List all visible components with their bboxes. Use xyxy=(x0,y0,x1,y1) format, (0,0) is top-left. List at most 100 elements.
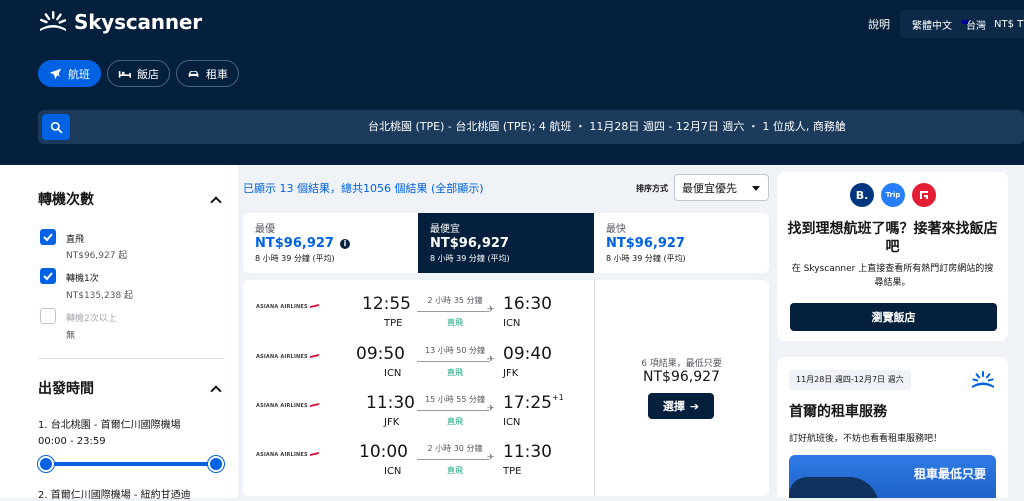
nav-flights-button[interactable]: 航班 xyxy=(38,60,101,87)
car-rental-card[interactable]: 11月28日 週四-12月7日 週六 首爾的租車服務 訂好航班後，不妨也看看租車… xyxy=(777,357,1008,498)
departure-airport: ICN xyxy=(384,368,402,379)
arrival-airport: ICN xyxy=(503,417,521,428)
skyscanner-logo[interactable]: Skyscanner xyxy=(38,10,202,34)
slider-start-handle[interactable] xyxy=(38,456,54,472)
tab-fastest-duration: 8 小時 39 分鐘 (平均) xyxy=(606,254,686,263)
results-count-link[interactable]: 已顯示 13 個結果，總共1056 個結果 (全部顯示) xyxy=(243,180,484,196)
arrival-time: 17:25+1 xyxy=(503,393,564,413)
filter-divider xyxy=(38,358,224,359)
tab-best[interactable]: 最優 NT$96,927 i 8 小時 39 分鐘 (平均) xyxy=(243,213,418,273)
asiana-wing-icon xyxy=(308,402,320,410)
arrival-time: 11:30 xyxy=(503,442,552,462)
hotel-promo-card: B. Trip 找到理想航班了嗎？接著來找飯店吧 在 Skyscanner 上直… xyxy=(777,172,1008,341)
checkmark-icon xyxy=(43,233,53,242)
checkmark-icon xyxy=(43,272,53,281)
car-promo-image: 租車最低只要 xyxy=(789,455,996,498)
slider-end-handle[interactable] xyxy=(208,456,224,472)
departure-filter-title: 出發時間 xyxy=(38,381,94,397)
plane-icon: ✈ xyxy=(487,305,495,315)
sunrise-logo-icon xyxy=(40,11,67,31)
plane-icon xyxy=(49,68,62,80)
plane-icon: ✈ xyxy=(487,453,495,463)
flight-leg: ASIANA AIRLINES 09:50 ICN 13 小時 50 分鐘 ✈ … xyxy=(243,340,594,388)
language-label: 繁體中文 xyxy=(912,20,952,32)
product-nav: 航班 飯店 租車 xyxy=(38,60,239,87)
plane-icon: ✈ xyxy=(487,404,495,414)
tab-fastest-price: NT$96,927 xyxy=(606,236,685,251)
stops-two-plus-label: 轉機2次以上 xyxy=(66,314,117,324)
stops-one-checkbox[interactable] xyxy=(40,268,56,284)
help-link[interactable]: 說明 xyxy=(868,16,890,32)
nav-flights-label: 航班 xyxy=(68,67,90,81)
locale-selector[interactable]: 繁體中文 台灣 NT$ TWD xyxy=(900,10,1024,38)
card-divider xyxy=(594,280,595,496)
sort-dropdown[interactable]: 最便宜優先 xyxy=(674,174,769,201)
select-button[interactable]: 選擇 ➔ xyxy=(648,393,714,419)
trip-logo-icon: Trip xyxy=(881,183,905,207)
departure-time-slider[interactable] xyxy=(46,462,216,466)
hotel-promo-title: 找到理想航班了嗎？接著來找飯店吧 xyxy=(787,221,998,255)
flight-duration: 15 小時 55 分鐘 xyxy=(425,395,485,404)
flight-leg: ASIANA AIRLINES 10:00 ICN 2 小時 30 分鐘 ✈ 直… xyxy=(243,438,594,486)
route-1-label: 1. 台北桃園 - 首爾仁川國際機場 xyxy=(38,420,181,431)
search-button[interactable] xyxy=(42,114,70,140)
collapse-chevron-icon[interactable] xyxy=(210,196,222,208)
hotels-logo-icon xyxy=(912,183,936,207)
search-icon xyxy=(50,121,62,133)
partner-logos: B. Trip xyxy=(850,183,936,207)
search-summary-text: 台北桃園 (TPE) - 台北桃園 (TPE); 4 航班 ・ 11月28日 週… xyxy=(368,120,846,133)
collapse-chevron-icon[interactable] xyxy=(210,385,222,397)
tab-cheapest[interactable]: 最便宜 NT$96,927 8 小時 39 分鐘 (平均) xyxy=(418,213,594,273)
arrival-time: 09:40 xyxy=(503,344,552,364)
flight-leg: ASIANA AIRLINES 12:55 TPE 2 小時 35 分鐘 ✈ 直… xyxy=(243,290,594,338)
brand-name: Skyscanner xyxy=(74,10,202,34)
car-rental-text: 訂好航班後，不妨也看看租車服務吧！ xyxy=(789,434,943,444)
search-summary-bar[interactable]: 台北桃園 (TPE) - 台北桃園 (TPE); 4 航班 ・ 11月28日 週… xyxy=(38,110,1024,144)
itinerary-card[interactable]: ASIANA AIRLINES 12:55 TPE 2 小時 35 分鐘 ✈ 直… xyxy=(243,280,769,496)
stops-label: 直飛 xyxy=(447,466,463,475)
route-2-label: 2. 首爾仁川國際機場 - 紐約甘迺迪 xyxy=(38,490,191,501)
booking-logo-icon: B. xyxy=(850,183,874,207)
hotel-promo-text: 在 Skyscanner 上直接查看所有熱門訂房網站的搜尋結果。 xyxy=(791,264,994,288)
airline-logo: ASIANA AIRLINES xyxy=(256,451,320,459)
airline-logo: ASIANA AIRLINES xyxy=(256,353,320,361)
bed-icon xyxy=(118,71,131,78)
departure-airport: TPE xyxy=(384,318,403,329)
region-label: 台灣 xyxy=(966,20,986,32)
browse-hotels-button[interactable]: 瀏覽飯店 xyxy=(790,303,997,331)
nav-hotels-button[interactable]: 飯店 xyxy=(107,60,170,87)
stops-direct-checkbox[interactable] xyxy=(40,229,56,245)
stops-one-label: 轉機1次 xyxy=(66,274,99,284)
sort-value: 最便宜優先 xyxy=(682,181,737,195)
tab-cheapest-duration: 8 小時 39 分鐘 (平均) xyxy=(430,254,510,263)
departure-time: 10:00 xyxy=(359,442,408,462)
tab-fastest[interactable]: 最快 NT$96,927 8 小時 39 分鐘 (平均) xyxy=(594,213,769,273)
stops-direct-price: NT$96,927 起 xyxy=(66,251,128,261)
tab-cheapest-price: NT$96,927 xyxy=(430,236,509,251)
currency-label: NT$ TWD xyxy=(994,18,1024,30)
stops-direct-label: 直飛 xyxy=(66,235,85,245)
flight-path-line xyxy=(417,459,489,460)
tab-best-title: 最優 xyxy=(255,224,275,235)
stops-two-plus-price: 無 xyxy=(66,331,76,341)
sort-tabs: 最優 NT$96,927 i 8 小時 39 分鐘 (平均) 最便宜 NT$96,… xyxy=(243,213,769,273)
arrival-airport: TPE xyxy=(503,466,522,477)
flight-duration: 13 小時 50 分鐘 xyxy=(425,346,485,355)
stops-label: 直飛 xyxy=(447,318,463,327)
select-button-label: 選擇 xyxy=(662,400,685,413)
nav-cars-button[interactable]: 租車 xyxy=(176,60,239,87)
stops-two-plus-checkbox[interactable] xyxy=(40,308,56,324)
car-rental-dates: 11月28日 週四-12月7日 週六 xyxy=(789,370,911,390)
arrival-time: 16:30 xyxy=(503,294,552,314)
deal-price: NT$96,927 xyxy=(643,369,720,385)
tab-best-price: NT$96,927 xyxy=(255,236,334,251)
route-1-time-range: 00:00 - 23:59 xyxy=(38,436,106,447)
stops-label: 直飛 xyxy=(447,417,463,426)
departure-airport: ICN xyxy=(384,466,402,477)
airline-logo: ASIANA AIRLINES xyxy=(256,402,320,410)
tab-fastest-title: 最快 xyxy=(606,224,626,235)
arrival-airport: ICN xyxy=(503,318,521,329)
flight-path-line xyxy=(417,410,489,411)
flight-duration: 2 小時 30 分鐘 xyxy=(427,444,483,453)
info-icon[interactable]: i xyxy=(339,238,350,249)
